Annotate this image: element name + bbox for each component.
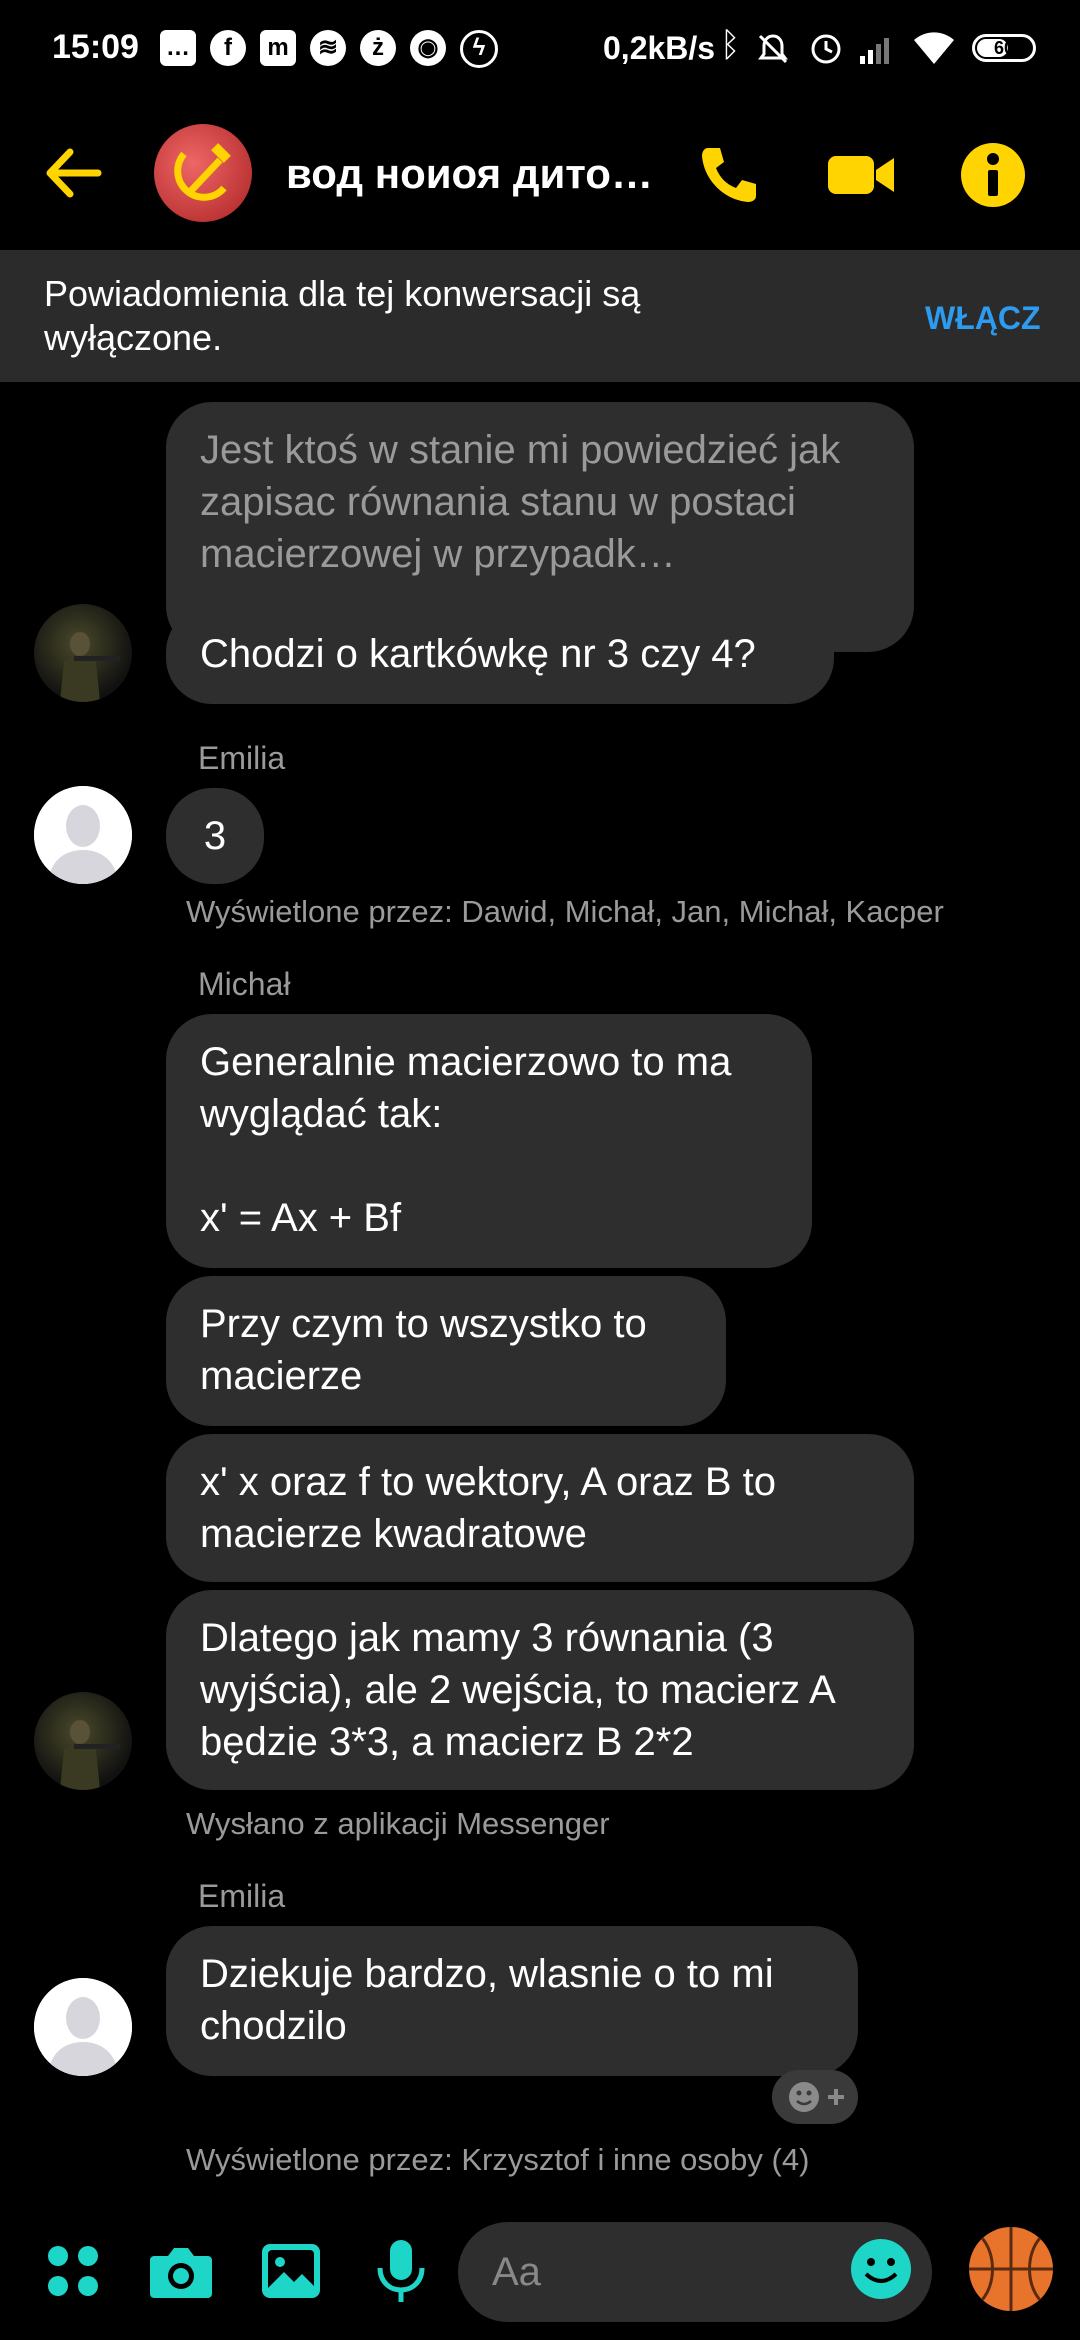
sent-from-label: Wysłano z aplikacji Messenger <box>186 1806 610 1841</box>
mute-icon <box>758 34 788 64</box>
gallery-icon[interactable] <box>256 2236 326 2306</box>
sender-name: Emilia <box>198 1878 286 1914</box>
microphone-icon[interactable] <box>366 2236 436 2306</box>
sender-name: Emilia <box>198 740 286 776</box>
message-bubble[interactable]: 3 <box>166 788 264 884</box>
enable-notifications-button[interactable]: WŁĄCZ <box>925 300 1041 337</box>
z-icon: ż <box>360 30 396 66</box>
alarm-icon <box>811 34 841 64</box>
default-avatar-icon <box>34 786 132 884</box>
add-reaction-button[interactable] <box>772 2070 858 2124</box>
phone-icon[interactable] <box>694 140 764 210</box>
apps-icon[interactable] <box>38 2236 108 2306</box>
wifi-icon <box>914 32 954 64</box>
conversation-title[interactable]: вод ноиоя дито… <box>286 150 653 198</box>
messenger-icon: ϟ <box>460 30 498 68</box>
m-icon: m <box>260 30 296 66</box>
message-bubble[interactable]: Przy czym to wszystko to macierze <box>166 1276 726 1426</box>
camera-icon[interactable] <box>146 2236 216 2306</box>
info-icon[interactable] <box>958 140 1028 210</box>
banner-text: Powiadomienia dla tej konwersacji są wył… <box>44 273 641 358</box>
soldier-avatar-icon <box>60 1720 120 1790</box>
chrome-icon: ◉ <box>410 30 446 66</box>
message-bubble[interactable]: Dziekuje bardzo, wlasnie o to mi chodzil… <box>166 1926 858 2076</box>
spotify-icon: ≋ <box>310 30 346 66</box>
message-input-placeholder: Aa <box>492 2250 541 2294</box>
battery-indicator: 60 <box>972 34 1036 62</box>
battery-label: 60 <box>993 38 1015 58</box>
message-icon: … <box>160 30 196 66</box>
message-bubble[interactable]: Generalnie macierzowo to ma wyglądać tak… <box>166 1014 812 1268</box>
seen-by-label: Wyświetlone przez: Dawid, Michał, Jan, M… <box>186 894 944 929</box>
hammer-sickle-icon <box>174 143 231 201</box>
basketball-icon[interactable] <box>966 2224 1056 2314</box>
soldier-avatar-icon <box>60 632 120 702</box>
default-avatar-icon <box>34 1978 132 2076</box>
sender-name: Michał <box>198 966 291 1002</box>
status-time: 15:09 <box>52 28 139 66</box>
message-bubble[interactable]: Dlatego jak mamy 3 równania (3 wyjścia),… <box>166 1590 914 1790</box>
facebook-icon: f <box>210 30 246 66</box>
message-bubble[interactable]: x' x oraz f to wektory, A oraz B to maci… <box>166 1434 914 1582</box>
seen-by-label: Wyświetlone przez: Krzysztof i inne osob… <box>186 2142 810 2177</box>
back-arrow-icon[interactable] <box>40 138 110 208</box>
video-icon[interactable] <box>826 140 896 210</box>
add-reaction-icon <box>789 2082 844 2112</box>
user-avatar[interactable] <box>34 1978 132 2076</box>
message-bubble[interactable]: Chodzi o kartkówkę nr 3 czy 4? <box>166 606 834 704</box>
status-bar: 15:09 … f m ≋ ż ◉ ϟ 0,2kB/s ᛒ 60 <box>0 0 1080 100</box>
user-avatar[interactable] <box>34 786 132 884</box>
group-avatar[interactable] <box>154 124 252 222</box>
user-avatar[interactable] <box>34 604 132 702</box>
emoji-icon[interactable] <box>848 2236 914 2302</box>
signal-icon <box>860 38 889 64</box>
user-avatar[interactable] <box>34 1692 132 1790</box>
bluetooth-icon: ᛒ <box>720 26 741 64</box>
network-speed: 0,2kB/s <box>603 30 716 66</box>
